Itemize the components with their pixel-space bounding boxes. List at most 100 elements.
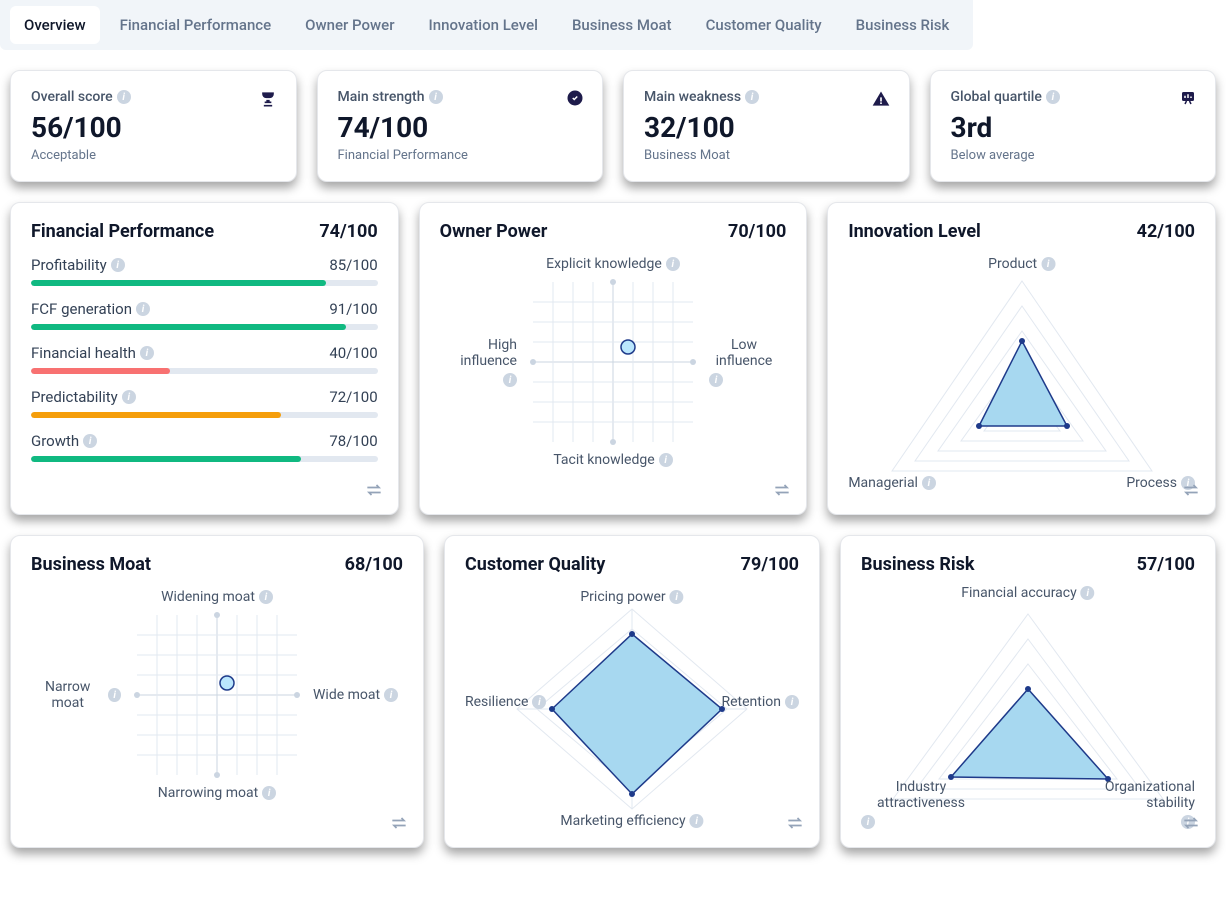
main-weakness-sub: Business Moat — [644, 148, 889, 163]
info-icon[interactable]: i — [429, 90, 443, 104]
axis-resilience: Resiliencei — [465, 694, 546, 710]
axis-pricing: Pricing poweri — [580, 589, 683, 605]
panel-title: Business Risk — [861, 554, 975, 575]
info-icon[interactable]: i — [384, 688, 398, 702]
swap-icon[interactable] — [785, 813, 805, 837]
main-strength-title: Main strength — [338, 89, 425, 105]
info-icon[interactable]: i — [108, 688, 121, 702]
axis-right: Low influencei — [709, 337, 779, 387]
metric-row: Profitabilityi 85/100 — [31, 256, 378, 286]
tabs-bar: Overview Financial Performance Owner Pow… — [0, 0, 973, 50]
panel-owner-power: Owner Power 70/100 Explicit knowledgei H… — [419, 202, 808, 515]
panel-title: Financial Performance — [31, 221, 214, 242]
panel-financial-performance: Financial Performance 74/100 Profitabili… — [10, 202, 399, 515]
main-strength-value: 74/100 — [338, 111, 583, 144]
info-icon[interactable]: i — [666, 257, 680, 271]
panel-score: 57/100 — [1137, 554, 1195, 575]
metric-value: 91/100 — [329, 300, 377, 318]
global-quartile-sub: Below average — [951, 148, 1196, 163]
info-icon[interactable]: i — [745, 90, 759, 104]
axis-org-stability: Organizational stabilityi — [1075, 779, 1195, 829]
info-icon[interactable]: i — [861, 815, 875, 829]
innovation-chart — [857, 261, 1187, 491]
metric-label: FCF generationi — [31, 300, 150, 318]
metric-bar — [31, 368, 378, 374]
panel-score: 42/100 — [1137, 221, 1195, 242]
global-quartile-value: 3rd — [951, 111, 1196, 144]
card-main-weakness: Main weakness i 32/100 Business Moat — [623, 70, 910, 182]
axis-financial-accuracy: Financial accuracyi — [961, 585, 1094, 601]
info-icon[interactable]: i — [1041, 257, 1055, 271]
metric-bar — [31, 280, 378, 286]
info-icon[interactable]: i — [709, 373, 723, 387]
panel-business-risk: Business Risk 57/100 Financial accuracyi… — [840, 535, 1216, 848]
info-icon[interactable]: i — [83, 434, 97, 448]
swap-icon[interactable] — [1181, 480, 1201, 504]
panel-title: Owner Power — [440, 221, 548, 242]
tab-business-moat[interactable]: Business Moat — [558, 6, 686, 44]
info-icon[interactable]: i — [117, 90, 131, 104]
axis-left: High influencei — [447, 337, 517, 387]
tab-business-risk[interactable]: Business Risk — [842, 6, 964, 44]
tab-innovation-level[interactable]: Innovation Level — [415, 6, 552, 44]
overall-score-value: 56/100 — [31, 111, 276, 144]
info-icon[interactable]: i — [532, 695, 546, 709]
panel-business-moat: Business Moat 68/100 Widening moati Narr… — [10, 535, 424, 848]
axis-retention: Retentioni — [722, 694, 800, 710]
info-icon[interactable]: i — [1046, 90, 1060, 104]
panel-score: 68/100 — [345, 554, 403, 575]
axis-left: Narrow moati — [31, 679, 121, 711]
panel-title: Innovation Level — [848, 221, 981, 242]
warning-icon — [871, 89, 891, 113]
metric-row: FCF generationi 91/100 — [31, 300, 378, 330]
axis-bottom: Tacit knowledgei — [553, 452, 672, 468]
info-icon[interactable]: i — [690, 814, 704, 828]
info-icon[interactable]: i — [122, 390, 136, 404]
swap-icon[interactable] — [772, 480, 792, 504]
info-icon[interactable]: i — [670, 590, 684, 604]
axis-product: Producti — [988, 256, 1055, 272]
swap-icon[interactable] — [389, 813, 409, 837]
metric-value: 85/100 — [329, 256, 377, 274]
info-icon[interactable]: i — [503, 373, 517, 387]
panel-title: Customer Quality — [465, 554, 605, 575]
tab-overview[interactable]: Overview — [10, 6, 100, 44]
info-icon[interactable]: i — [140, 346, 154, 360]
metric-bar — [31, 324, 378, 330]
overall-score-title: Overall score — [31, 89, 113, 105]
metric-label: Financial healthi — [31, 344, 154, 362]
axis-marketing: Marketing efficiencyi — [560, 813, 703, 829]
axis-right: Wide moati — [313, 687, 403, 703]
tab-financial-performance[interactable]: Financial Performance — [106, 6, 286, 44]
info-icon[interactable]: i — [259, 590, 273, 604]
metric-label: Profitabilityi — [31, 256, 125, 274]
metric-value: 78/100 — [329, 432, 377, 450]
tab-owner-power[interactable]: Owner Power — [291, 6, 408, 44]
card-main-strength: Main strength i 74/100 Financial Perform… — [317, 70, 604, 182]
panel-innovation-level: Innovation Level 42/100 Producti Process… — [827, 202, 1216, 515]
info-icon[interactable]: i — [1081, 586, 1095, 600]
info-icon[interactable]: i — [136, 302, 150, 316]
tab-customer-quality[interactable]: Customer Quality — [692, 6, 836, 44]
metric-label: Predictabilityi — [31, 388, 136, 406]
metric-row: Growthi 78/100 — [31, 432, 378, 462]
axis-managerial: Manageriali — [848, 475, 936, 491]
metric-label: Growthi — [31, 432, 97, 450]
swap-icon[interactable] — [364, 480, 384, 504]
metric-bar — [31, 456, 378, 462]
swap-icon[interactable] — [1181, 813, 1201, 837]
moat-chart — [127, 605, 307, 785]
info-icon[interactable]: i — [922, 476, 936, 490]
card-global-quartile: Global quartile i 3rd Below average — [930, 70, 1217, 182]
info-icon[interactable]: i — [659, 453, 673, 467]
metric-bar — [31, 412, 378, 418]
panel-title: Business Moat — [31, 554, 151, 575]
axis-top: Widening moati — [161, 589, 273, 605]
info-icon[interactable]: i — [785, 695, 799, 709]
info-icon[interactable]: i — [111, 258, 125, 272]
panel-score: 79/100 — [741, 554, 799, 575]
info-icon[interactable]: i — [262, 786, 276, 800]
main-strength-sub: Financial Performance — [338, 148, 583, 163]
main-weakness-title: Main weakness — [644, 89, 741, 105]
axis-industry-attractiveness: Industry attractivenessi — [861, 779, 981, 829]
